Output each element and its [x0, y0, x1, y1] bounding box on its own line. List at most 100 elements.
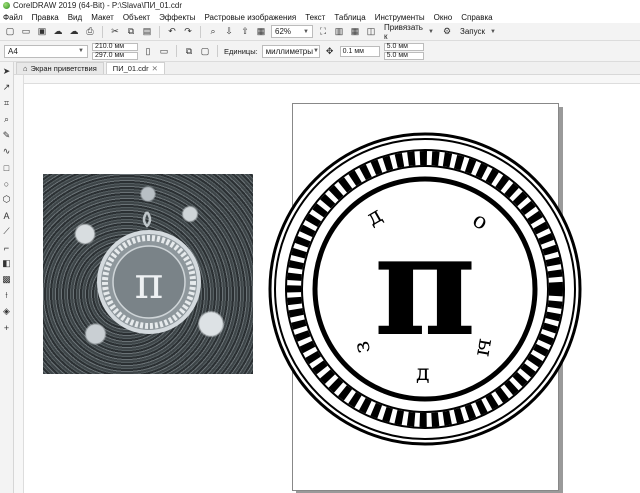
launch-dropdown[interactable]: Запуск ▼ — [457, 25, 499, 38]
current-page-icon[interactable]: ▢ — [199, 45, 211, 57]
chevron-down-icon: ▼ — [313, 48, 319, 54]
property-bar: A4 ▼ 210.0 мм 297.0 мм ▯ ▭ ⧉ ▢ Единицы: м… — [0, 41, 640, 62]
snap-to-label: Привязать к — [384, 22, 423, 41]
pendant-pi-symbol: π — [135, 258, 164, 309]
units-label: Единицы: — [224, 46, 258, 56]
zoom-select[interactable]: 62% ▼ — [271, 25, 313, 38]
window-title: CorelDRAW 2019 (64-Bit) - P:\Slava\ПИ_01… — [13, 1, 183, 10]
units-value: миллиметры — [265, 46, 313, 56]
close-icon[interactable]: ✕ — [152, 64, 158, 73]
nudge-distance-input[interactable]: 0.1 мм — [339, 45, 380, 57]
letter-de-bottom: д — [416, 361, 430, 386]
artistic-media-icon[interactable]: ∿ — [1, 146, 12, 157]
all-pages-icon[interactable]: ⧉ — [183, 45, 195, 57]
print-icon[interactable]: ⎙ — [84, 26, 96, 38]
page-width-input[interactable]: 210.0 мм — [92, 42, 138, 51]
page-height-input[interactable]: 297.0 мм — [92, 51, 138, 60]
menu-bitmaps[interactable]: Растровые изображения — [204, 13, 296, 22]
units-select[interactable]: миллиметры ▼ — [261, 44, 320, 58]
text-tool-icon[interactable]: A — [1, 210, 12, 221]
vertical-ruler[interactable] — [14, 75, 24, 493]
ellipse-tool-icon[interactable]: ○ — [1, 178, 12, 189]
duplicate-distance: 5.0 мм 5.0 мм — [383, 42, 424, 60]
tab-welcome[interactable]: ⌂ Экран приветствия — [16, 62, 104, 74]
cloud-upload-icon[interactable]: ☁ — [52, 26, 64, 38]
tab-document[interactable]: ПИ_01.cdr ✕ — [105, 62, 165, 74]
drop-shadow-icon[interactable]: ◧ — [1, 258, 12, 269]
eyedropper-icon[interactable]: ⟊ — [1, 290, 12, 301]
zoom-tool-icon[interactable]: ⌕ — [1, 114, 12, 125]
undo-icon[interactable]: ↶ — [166, 26, 178, 38]
transparency-icon[interactable]: ▩ — [1, 274, 12, 285]
import-icon[interactable]: ⇩ — [223, 26, 235, 38]
menu-table[interactable]: Таблица — [334, 13, 365, 22]
coreldraw-logo-icon — [3, 2, 10, 9]
search-icon[interactable]: ⌕ — [207, 26, 219, 38]
redo-icon[interactable]: ↷ — [182, 26, 194, 38]
paste-icon[interactable]: ▤ — [141, 26, 153, 38]
separator — [159, 25, 160, 38]
parallel-dimension-icon[interactable]: ⟋ — [1, 226, 12, 237]
separator — [217, 45, 218, 57]
menu-object[interactable]: Объект — [123, 13, 150, 22]
save-icon[interactable]: ▣ — [36, 26, 48, 38]
meander-pi-artwork[interactable]: π д о ы д з — [266, 130, 584, 448]
horizontal-ruler[interactable] — [24, 75, 640, 84]
copy-icon[interactable]: ⧉ — [125, 26, 137, 38]
menu-tools[interactable]: Инструменты — [375, 13, 425, 22]
launch-label: Запуск — [460, 27, 486, 36]
menu-help[interactable]: Справка — [461, 13, 492, 22]
home-icon: ⌂ — [23, 64, 28, 73]
cut-icon[interactable]: ✂ — [109, 26, 121, 38]
menu-layout[interactable]: Макет — [91, 13, 114, 22]
menu-bar: Файл Правка Вид Макет Объект Эффекты Рас… — [0, 11, 640, 23]
tab-label: Экран приветствия — [30, 64, 97, 73]
crop-tool-icon[interactable]: ⌗ — [1, 98, 12, 109]
guidelines-icon[interactable]: ◫ — [365, 26, 377, 38]
menu-window[interactable]: Окно — [434, 13, 453, 22]
connector-tool-icon[interactable]: ⌐ — [1, 242, 12, 253]
snap-to-dropdown[interactable]: Привязать к ▼ — [381, 22, 437, 41]
nudge-icon: ✥ — [325, 45, 334, 56]
menu-text[interactable]: Текст — [305, 13, 325, 22]
duplicate-x-input[interactable]: 5.0 мм — [383, 42, 424, 51]
polygon-tool-icon[interactable]: ⬡ — [1, 194, 12, 205]
portrait-icon[interactable]: ▯ — [142, 45, 154, 57]
title-bar: CorelDRAW 2019 (64-Bit) - P:\Slava\ПИ_01… — [0, 0, 640, 11]
cloud-download-icon[interactable]: ☁ — [68, 26, 80, 38]
menu-view[interactable]: Вид — [68, 13, 82, 22]
menu-effects[interactable]: Эффекты — [159, 13, 195, 22]
standard-toolbar: ▢ ▭ ▣ ☁ ☁ ⎙ ✂ ⧉ ▤ ↶ ↷ ⌕ ⇩ ⇧ ▦ 62% ▼ ⛶ ▥ ▦… — [0, 23, 640, 41]
options-gear-icon[interactable]: ⚙ — [441, 26, 453, 38]
pendant-photo[interactable]: π — [43, 174, 253, 374]
add-tool-icon[interactable]: + — [1, 322, 12, 333]
chevron-down-icon: ▼ — [428, 28, 434, 35]
menu-file[interactable]: Файл — [3, 13, 23, 22]
pick-tool-icon[interactable]: ➤ — [1, 66, 12, 77]
toolbox: ➤ ↗ ⌗ ⌕ ✎ ∿ □ ○ ⬡ A ⟋ ⌐ ◧ ▩ ⟊ ◈ + — [0, 62, 14, 493]
pi-symbol: π — [374, 204, 476, 368]
rulers-icon[interactable]: ▥ — [333, 26, 345, 38]
separator — [102, 25, 103, 38]
menu-edit[interactable]: Правка — [32, 13, 59, 22]
new-document-icon[interactable]: ▢ — [4, 26, 16, 38]
pdf-icon[interactable]: ▦ — [255, 26, 267, 38]
chevron-down-icon: ▼ — [78, 48, 84, 54]
grid-icon[interactable]: ▦ — [349, 26, 361, 38]
full-screen-icon[interactable]: ⛶ — [317, 26, 329, 38]
export-icon[interactable]: ⇧ — [239, 26, 251, 38]
document-tabs: ⌂ Экран приветствия ПИ_01.cdr ✕ — [14, 62, 640, 75]
landscape-icon[interactable]: ▭ — [158, 45, 170, 57]
tab-label: ПИ_01.cdr — [112, 64, 149, 73]
duplicate-y-input[interactable]: 5.0 мм — [383, 51, 424, 60]
zoom-value: 62% — [275, 27, 292, 36]
freehand-tool-icon[interactable]: ✎ — [1, 130, 12, 141]
rectangle-tool-icon[interactable]: □ — [1, 162, 12, 173]
page-size-select[interactable]: A4 ▼ — [4, 44, 88, 58]
chevron-down-icon: ▼ — [303, 28, 309, 35]
open-folder-icon[interactable]: ▭ — [20, 26, 32, 38]
shape-tool-icon[interactable]: ↗ — [1, 82, 12, 93]
interactive-fill-icon[interactable]: ◈ — [1, 306, 12, 317]
separator — [176, 45, 177, 57]
pendant-image: π — [97, 211, 201, 334]
